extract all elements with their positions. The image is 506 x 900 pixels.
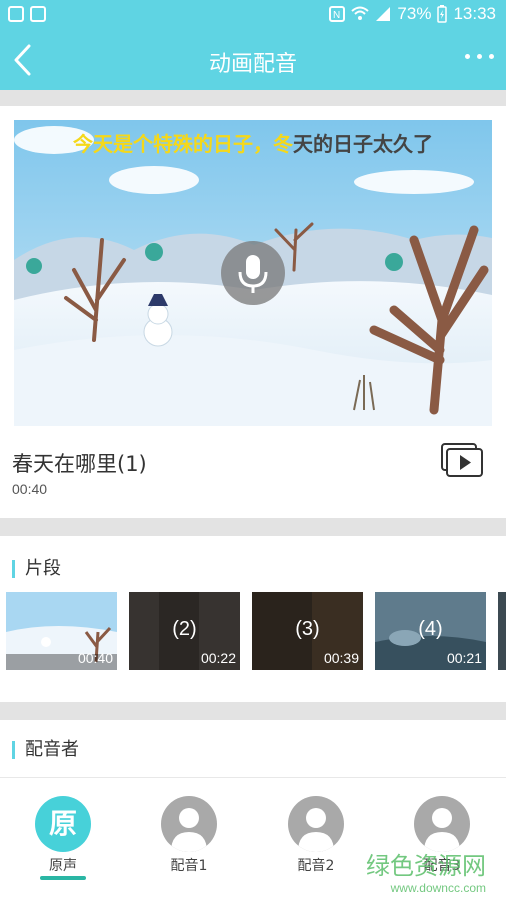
video-player[interactable]: 今天是个特殊的日子，冬天的日子太久了: [14, 120, 492, 426]
dubber-name: 原声: [49, 858, 77, 874]
user-silhouette-icon: [424, 808, 460, 852]
wifi-icon: [351, 6, 370, 20]
segment-duration: 00:22: [200, 650, 236, 666]
user-silhouette-icon: [298, 808, 334, 852]
lesson-duration: 00:40: [12, 481, 48, 497]
app-bar: 动画配音: [0, 30, 506, 90]
segment-duration: 00:40: [77, 650, 113, 666]
lesson-title: 春天在哪里(1): [12, 452, 147, 476]
segment-duration: 00:39: [323, 650, 359, 666]
segment-duration: 00:21: [446, 650, 482, 666]
more-options-icon[interactable]: [465, 54, 494, 59]
segment-thumb-3[interactable]: (3) 00:39: [252, 592, 363, 670]
dubber-2[interactable]: 配音2: [280, 796, 352, 875]
segment-label: (3): [295, 618, 320, 640]
battery-icon: [437, 5, 448, 23]
segment-thumb-1[interactable]: 00:40: [6, 592, 117, 670]
status-bar: N 73% 13:33: [0, 0, 506, 30]
page-title: 动画配音: [208, 52, 297, 77]
subtitle-remaining-text: 天的日子太久了: [293, 132, 433, 156]
section-divider: [0, 90, 506, 106]
watermark: 绿色资源网 www.downcc.com: [366, 846, 486, 895]
segment-label: (4): [418, 618, 443, 640]
avatar: [161, 796, 217, 852]
record-button[interactable]: [221, 241, 285, 305]
segment-thumb-2[interactable]: (2) 00:22: [129, 592, 240, 670]
battery-percent: 73%: [397, 4, 432, 23]
dubbers-heading: 配音者: [12, 741, 79, 759]
watermark-url: www.downcc.com: [390, 881, 486, 895]
microphone-icon: [238, 255, 268, 293]
dubber-name: 配音2: [297, 858, 335, 874]
segment-thumb-4[interactable]: (4) 00:21: [375, 592, 486, 670]
section-divider: [0, 702, 506, 720]
dubber-original[interactable]: 原 原声: [27, 796, 99, 875]
nfc-icon: N: [329, 6, 346, 22]
play-video-icon[interactable]: [440, 442, 484, 478]
avatar: [288, 796, 344, 852]
notification-icon: [8, 6, 24, 22]
segments-list: 00:40 (2) 00:22 (3) 00:39 (4) 00:21: [6, 592, 506, 670]
selected-indicator: [40, 876, 86, 880]
divider-line: [0, 777, 506, 778]
svg-text:N: N: [333, 10, 340, 21]
watermark-text: 绿色资源网: [366, 852, 486, 880]
segments-heading: 片段: [12, 560, 61, 578]
section-divider: [0, 518, 506, 536]
dubber-name: 配音1: [170, 858, 208, 874]
user-silhouette-icon: [171, 808, 207, 852]
clock: 13:33: [453, 4, 496, 23]
segment-thumb-5[interactable]: [498, 592, 506, 670]
calendar-icon: [30, 6, 46, 22]
segment-label: (2): [172, 618, 197, 640]
signal-icon: [376, 7, 391, 21]
avatar-original: 原: [35, 796, 91, 852]
avatar: [414, 796, 470, 852]
dubber-1[interactable]: 配音1: [153, 796, 225, 875]
subtitle-played-text: 今天是个特殊的日子，冬: [73, 132, 293, 156]
video-subtitle: 今天是个特殊的日子，冬天的日子太久了: [14, 128, 492, 157]
